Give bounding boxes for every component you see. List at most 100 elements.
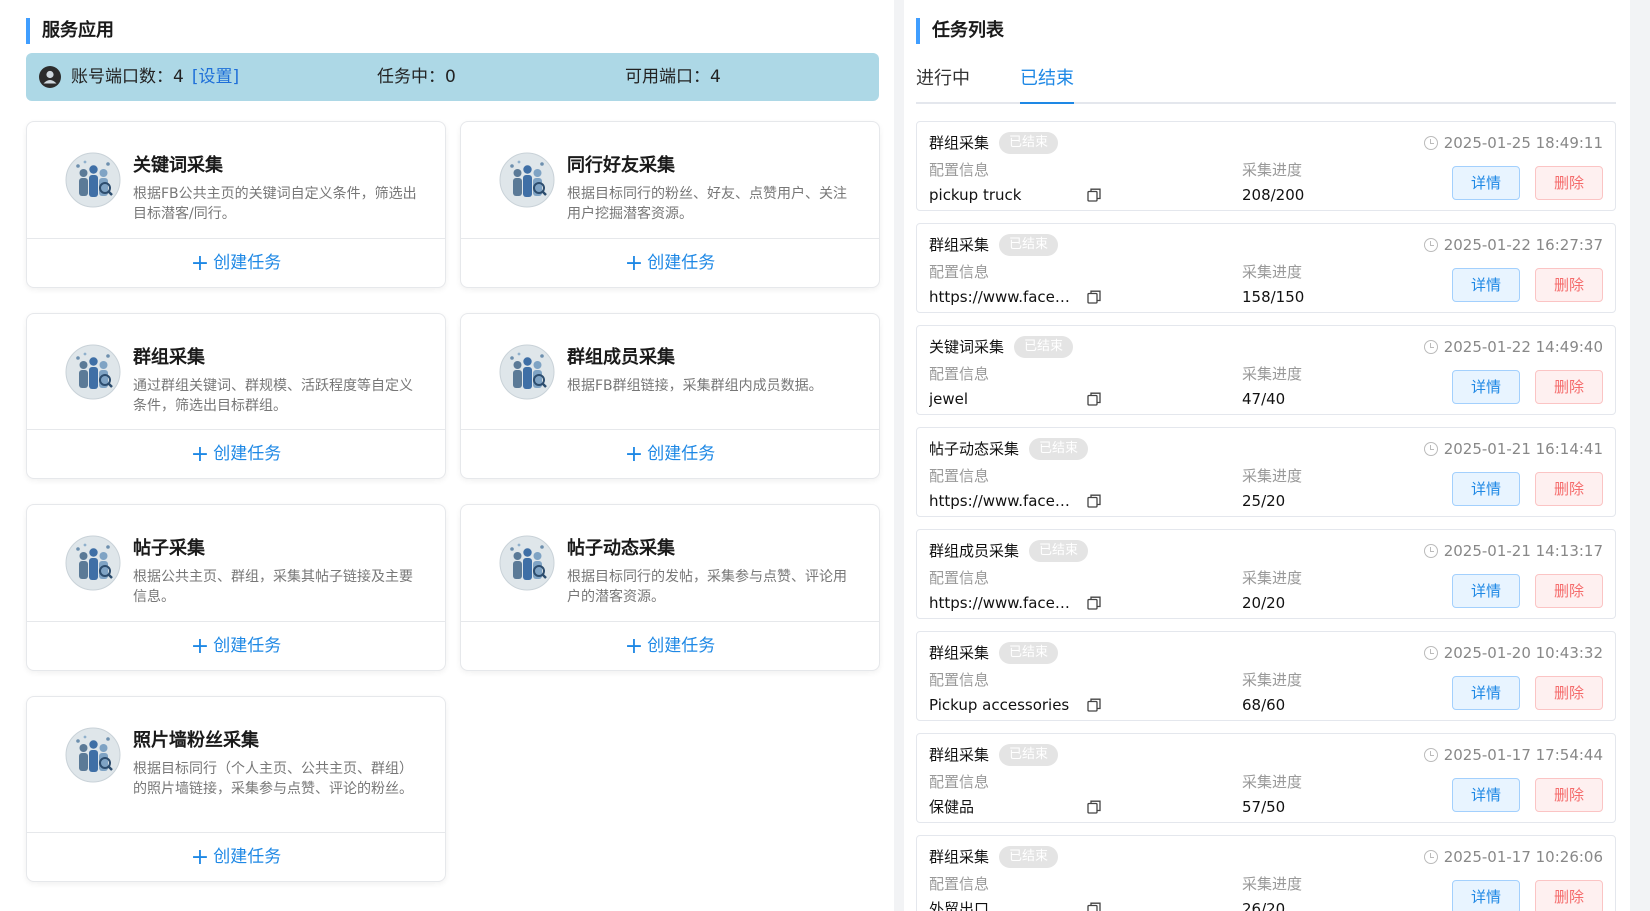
create-task-button[interactable]: + 创建任务 <box>461 621 879 670</box>
task-type-label: 群组采集 <box>929 236 990 254</box>
create-task-label: 创建任务 <box>213 444 282 464</box>
task-type: 帖子动态采集 已结束 <box>929 438 1089 460</box>
delete-button[interactable]: 删除 <box>1535 370 1603 404</box>
available-ports-value: 4 <box>710 67 721 87</box>
status-badge: 已结束 <box>1014 336 1074 358</box>
create-task-button[interactable]: + 创建任务 <box>27 621 445 670</box>
detail-button[interactable]: 详情 <box>1452 472 1520 506</box>
people-group-icon <box>65 727 121 783</box>
task-type: 关键词采集 已结束 <box>929 336 1074 358</box>
task-time-label: 2025-01-22 16:27:37 <box>1443 236 1603 254</box>
running-tasks-stat: 任务中：0 <box>377 66 456 88</box>
config-info-label: 配置信息 <box>929 671 990 689</box>
delete-button[interactable]: 删除 <box>1535 676 1603 710</box>
task-item-2: 群组采集 已结束 2025-01-22 16:27:37 配置信息 采集进度 ht… <box>916 223 1616 313</box>
task-time: 2025-01-21 14:13:17 <box>1423 540 1603 562</box>
copy-icon[interactable] <box>1087 188 1101 202</box>
tab-ongoing[interactable]: 进行中 <box>916 64 970 94</box>
detail-button[interactable]: 详情 <box>1452 166 1520 200</box>
create-task-button[interactable]: + 创建任务 <box>461 238 879 287</box>
task-type-label: 群组采集 <box>929 134 990 152</box>
copy-icon[interactable] <box>1087 698 1101 712</box>
card-title: 同行好友采集 <box>567 155 675 176</box>
config-info-label: 配置信息 <box>929 773 990 791</box>
available-ports-stat: 可用端口：4 <box>625 66 721 88</box>
task-time: 2025-01-22 14:49:40 <box>1423 336 1603 358</box>
card-title: 关键词采集 <box>133 155 223 176</box>
task-type-label: 帖子动态采集 <box>929 440 1020 458</box>
task-item-5: 群组成员采集 已结束 2025-01-21 14:13:17 配置信息 采集进度 … <box>916 529 1616 619</box>
task-tabs: 进行中 已结束 <box>916 62 1616 104</box>
delete-button[interactable]: 删除 <box>1535 574 1603 608</box>
progress-value: 25/20 <box>1242 492 1286 510</box>
create-task-label: 创建任务 <box>213 636 282 656</box>
detail-button[interactable]: 详情 <box>1452 268 1520 302</box>
delete-button[interactable]: 删除 <box>1535 472 1603 506</box>
service-card-5: 帖子采集 根据公共主页、群组，采集其帖子链接及主要信息。 + 创建任务 <box>26 504 446 671</box>
delete-button[interactable]: 删除 <box>1535 880 1603 911</box>
card-description: 根据目标同行（个人主页、公共主页、群组）的照片墙链接，采集参与点赞、评论的粉丝。 <box>133 761 413 797</box>
copy-icon[interactable] <box>1087 596 1101 610</box>
detail-button[interactable]: 详情 <box>1452 676 1520 710</box>
status-badge: 已结束 <box>999 234 1059 256</box>
service-card-2: 同行好友采集 根据目标同行的粉丝、好友、点赞用户、关注用户挖掘潜客资源。 + 创建… <box>460 121 880 288</box>
task-type-label: 关键词采集 <box>929 338 1005 356</box>
task-type: 群组采集 已结束 <box>929 234 1059 256</box>
progress-label: 采集进度 <box>1242 263 1303 281</box>
task-type-label: 群组采集 <box>929 644 990 662</box>
create-task-button[interactable]: + 创建任务 <box>27 238 445 287</box>
progress-label: 采集进度 <box>1242 467 1303 485</box>
delete-button[interactable]: 删除 <box>1535 268 1603 302</box>
account-ports-stat: 账号端口数：4 [设置] <box>71 66 239 88</box>
config-info-label: 配置信息 <box>929 161 990 179</box>
settings-link[interactable]: [设置] <box>192 67 239 87</box>
task-list: 群组采集 已结束 2025-01-25 18:49:11 配置信息 采集进度 pi… <box>916 121 1616 911</box>
card-description: 通过群组关键词、群规模、活跃程度等自定义条件，筛选出目标群组。 <box>133 378 413 414</box>
copy-icon[interactable] <box>1087 290 1101 304</box>
create-task-button[interactable]: + 创建任务 <box>27 832 445 881</box>
clock-icon <box>1423 748 1438 762</box>
config-info-value: https://www.facebook.com/ <box>929 288 1077 306</box>
copy-icon[interactable] <box>1087 392 1101 406</box>
task-time: 2025-01-17 10:26:06 <box>1423 846 1603 868</box>
progress-value: 208/200 <box>1242 186 1305 204</box>
service-card-4: 群组成员采集 根据FB群组链接，采集群组内成员数据。 + 创建任务 <box>460 313 880 479</box>
progress-value: 20/20 <box>1242 594 1286 612</box>
account-ports-label: 账号端口数： <box>71 67 173 87</box>
account-ports-value: 4 <box>173 67 184 87</box>
task-time: 2025-01-20 10:43:32 <box>1423 642 1603 664</box>
task-time-label: 2025-01-22 14:49:40 <box>1443 338 1603 356</box>
people-group-icon <box>65 535 121 591</box>
delete-button[interactable]: 删除 <box>1535 778 1603 812</box>
detail-button[interactable]: 详情 <box>1452 370 1520 404</box>
detail-button[interactable]: 详情 <box>1452 778 1520 812</box>
config-info-label: 配置信息 <box>929 467 990 485</box>
detail-button[interactable]: 详情 <box>1452 880 1520 911</box>
copy-icon[interactable] <box>1087 800 1101 814</box>
task-time-label: 2025-01-17 10:26:06 <box>1443 848 1603 866</box>
task-time: 2025-01-17 17:54:44 <box>1423 744 1603 766</box>
delete-button[interactable]: 删除 <box>1535 166 1603 200</box>
task-type-label: 群组成员采集 <box>929 542 1020 560</box>
status-badge: 已结束 <box>999 642 1059 664</box>
section-title-tasks: 任务列表 <box>916 18 1004 44</box>
clock-icon <box>1423 136 1438 150</box>
detail-button[interactable]: 详情 <box>1452 574 1520 608</box>
task-time-label: 2025-01-21 14:13:17 <box>1443 542 1603 560</box>
clock-icon <box>1423 442 1438 456</box>
task-item-7: 群组采集 已结束 2025-01-17 17:54:44 配置信息 采集进度 保健… <box>916 733 1616 823</box>
create-task-button[interactable]: + 创建任务 <box>461 429 879 478</box>
copy-icon[interactable] <box>1087 902 1101 911</box>
card-description: 根据FB公共主页的关键词自定义条件，筛选出目标潜客/同行。 <box>133 186 417 222</box>
task-time-label: 2025-01-20 10:43:32 <box>1443 644 1603 662</box>
status-badge: 已结束 <box>1029 540 1089 562</box>
task-item-6: 群组采集 已结束 2025-01-20 10:43:32 配置信息 采集进度 Pi… <box>916 631 1616 721</box>
progress-label: 采集进度 <box>1242 671 1303 689</box>
copy-icon[interactable] <box>1087 494 1101 508</box>
progress-label: 采集进度 <box>1242 365 1303 383</box>
create-task-button[interactable]: + 创建任务 <box>27 429 445 478</box>
tab-ended[interactable]: 已结束 <box>1020 64 1074 104</box>
status-badge: 已结束 <box>999 846 1059 868</box>
user-avatar-icon <box>39 66 61 88</box>
clock-icon <box>1423 850 1438 864</box>
